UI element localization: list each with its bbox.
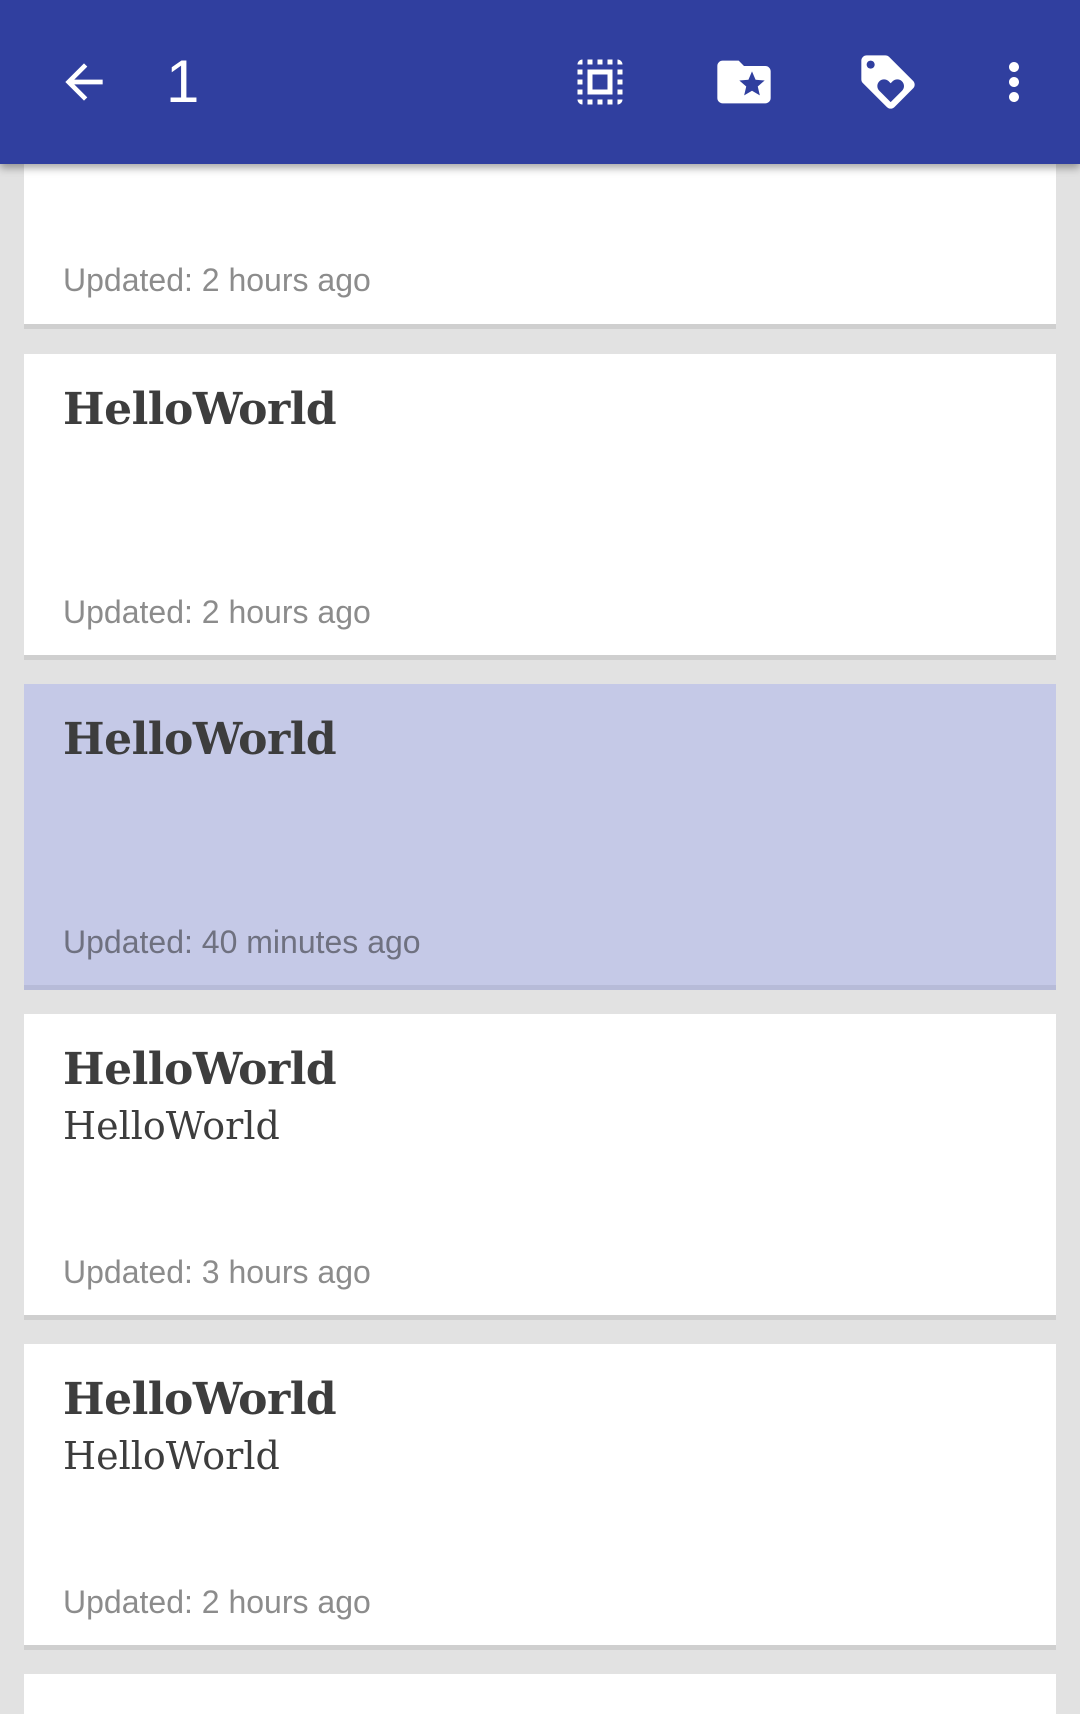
tag-heart-icon	[856, 50, 920, 114]
tag-button[interactable]	[844, 38, 932, 126]
note-body: HelloWorld	[63, 1434, 280, 1478]
note-title: HelloWorld	[63, 1374, 337, 1425]
note-title: HelloWorld	[63, 1044, 337, 1095]
note-card[interactable]: HelloWorld Updated: 2 hours ago	[24, 354, 1056, 660]
note-card[interactable]: Updated: 2 hours ago	[24, 150, 1056, 329]
more-options-button[interactable]	[970, 38, 1058, 126]
folder-star-icon	[712, 50, 776, 114]
select-all-icon	[570, 52, 630, 112]
select-all-button[interactable]	[556, 38, 644, 126]
note-updated: Updated: 40 minutes ago	[63, 924, 421, 960]
app-bar: 1	[0, 0, 1080, 164]
more-vert-icon	[984, 52, 1044, 112]
note-updated: Updated: 2 hours ago	[63, 1584, 371, 1620]
selection-count: 1	[166, 48, 200, 115]
move-to-folder-button[interactable]	[700, 38, 788, 126]
note-card[interactable]	[24, 1674, 1056, 1714]
note-updated: Updated: 2 hours ago	[63, 594, 371, 630]
note-title: HelloWorld	[63, 714, 337, 765]
note-card[interactable]: HelloWorld HelloWorld Updated: 2 hours a…	[24, 1344, 1056, 1650]
note-updated: Updated: 3 hours ago	[63, 1254, 371, 1290]
note-body: HelloWorld	[63, 1104, 280, 1148]
note-card-selected[interactable]: HelloWorld Updated: 40 minutes ago	[24, 684, 1056, 990]
note-card[interactable]: HelloWorld HelloWorld Updated: 3 hours a…	[24, 1014, 1056, 1320]
back-button[interactable]	[40, 38, 128, 126]
note-updated: Updated: 2 hours ago	[63, 262, 371, 298]
note-title: HelloWorld	[63, 384, 337, 435]
arrow-back-icon	[56, 54, 112, 110]
